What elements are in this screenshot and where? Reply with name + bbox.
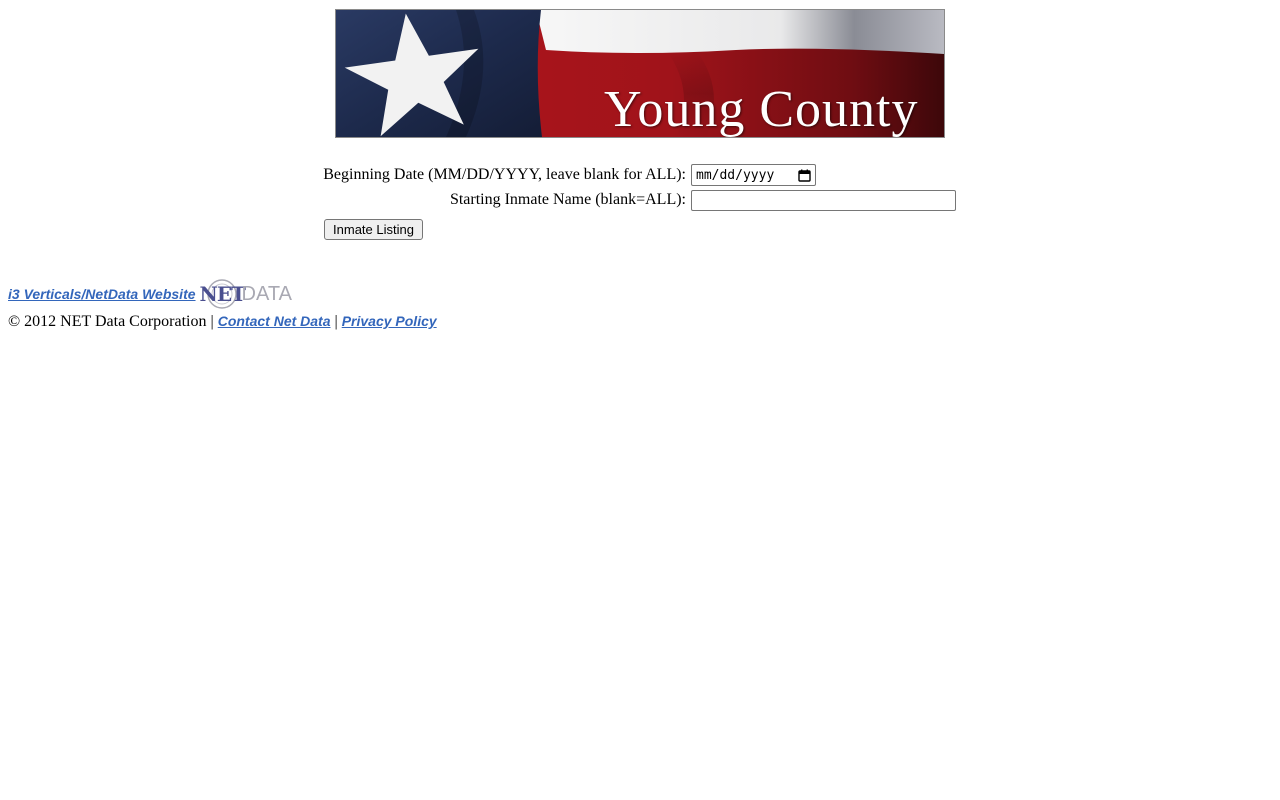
calendar-icon[interactable] — [798, 169, 811, 182]
vendor-row: i3 Verticals/NetData Website NET DATA — [8, 278, 296, 310]
starting-inmate-name-input[interactable] — [691, 190, 956, 211]
footer-separator: | — [210, 313, 214, 330]
beginning-date-label: Beginning Date (MM/DD/YYYY, leave blank … — [323, 166, 686, 183]
date-placeholder: mm/dd/yyyy — [696, 167, 775, 183]
footer-separator: | — [334, 313, 338, 330]
copyright-text: © 2012 NET Data Corporation — [8, 313, 207, 330]
contact-net-data-link[interactable]: Contact Net Data — [218, 313, 331, 329]
banner-title: Young County — [604, 81, 919, 138]
footer-line: © 2012 NET Data Corporation | Contact Ne… — [8, 311, 437, 332]
vendor-website-link[interactable]: i3 Verticals/NetData Website — [8, 286, 196, 302]
privacy-policy-link[interactable]: Privacy Policy — [342, 313, 437, 329]
starting-inmate-name-label: Starting Inmate Name (blank=ALL): — [449, 191, 686, 208]
county-banner: Young County — [335, 9, 945, 138]
logo-net-text: NET — [199, 282, 246, 306]
netdata-logo: NET DATA — [200, 278, 296, 310]
logo-data-text: DATA — [241, 283, 292, 305]
beginning-date-input[interactable]: mm/dd/yyyy — [691, 164, 816, 186]
inmate-listing-button[interactable]: Inmate Listing — [324, 219, 423, 240]
